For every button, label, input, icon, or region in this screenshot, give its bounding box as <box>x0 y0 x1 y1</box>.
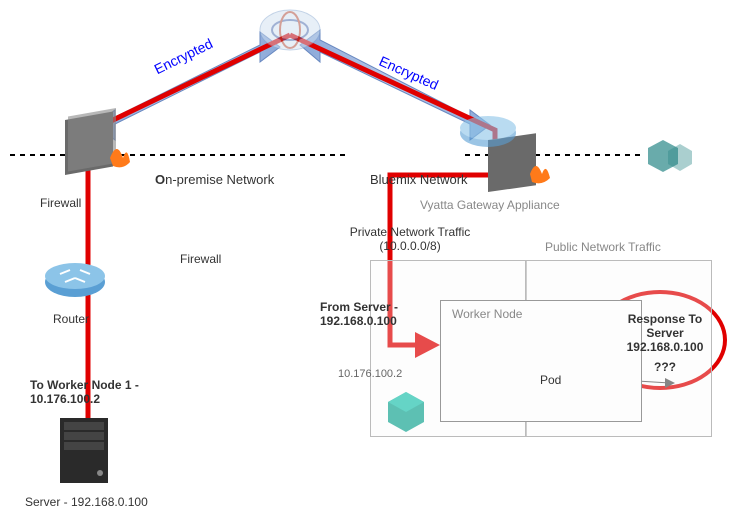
response-label: Response To Server 192.168.0.100 ??? <box>610 312 720 374</box>
firewall-label-center: Firewall <box>180 252 221 266</box>
pod-label: Pod <box>540 373 561 387</box>
vyatta-label: Vyatta Gateway Appliance <box>420 198 560 212</box>
worker-node-label: Worker Node <box>452 307 522 321</box>
encrypted-label-right: Encrypted <box>377 53 441 93</box>
server-label: Server - 192.168.0.100 <box>25 495 148 509</box>
bluemix-network-label: Bluemix Network <box>370 172 468 187</box>
public-traffic-title: Public Network Traffic <box>545 240 661 254</box>
private-traffic-title: Private Network Traffic (10.0.0.0/8) <box>330 225 490 253</box>
onprem-network-label: On-premise Network <box>155 172 274 187</box>
router-label: Router <box>53 312 89 326</box>
encrypted-label-left: Encrypted <box>151 35 215 77</box>
firewall-label-left: Firewall <box>40 196 81 210</box>
from-server-label: From Server - 192.168.0.100 <box>320 300 430 328</box>
to-worker-label: To Worker Node 1 - 10.176.100.2 <box>30 378 170 406</box>
worker-ip-label: 10.176.100.2 <box>338 368 402 380</box>
